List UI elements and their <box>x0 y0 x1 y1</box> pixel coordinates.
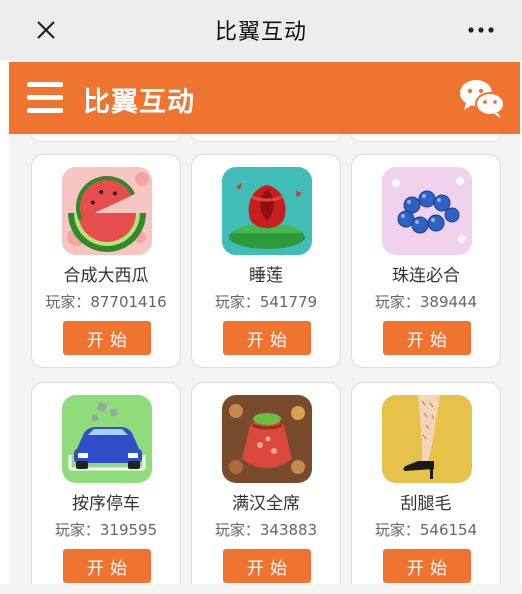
start-button[interactable]: 开始 <box>63 549 151 583</box>
game-card[interactable]: 珠连必合 玩家：389444 开始 <box>351 154 501 368</box>
game-card[interactable]: 刮腿毛 玩家：546154 开始 <box>351 382 501 584</box>
player-count: 玩家：87701416 <box>45 293 167 311</box>
game-card[interactable]: 满汉全席 玩家：343883 开始 <box>191 382 341 584</box>
start-button-label: 开始 <box>247 558 293 579</box>
wechat-top-bar: 比翼互动 <box>0 0 522 60</box>
start-button[interactable]: 开始 <box>63 321 151 355</box>
start-button-label: 开始 <box>407 330 453 351</box>
game-name: 珠连必合 <box>392 266 460 286</box>
player-count: 玩家：319595 <box>54 521 158 539</box>
player-count: 玩家：343883 <box>214 521 318 539</box>
player-count: 玩家：389444 <box>374 293 478 311</box>
game-name: 满汉全席 <box>232 494 300 514</box>
rose-icon[interactable] <box>222 167 312 255</box>
game-name: 刮腿毛 <box>400 494 452 514</box>
start-button[interactable]: 开始 <box>223 321 311 355</box>
car-icon[interactable] <box>62 395 152 483</box>
start-button-label: 开始 <box>247 330 293 351</box>
game-list: 合成大西瓜 玩家：87701416 开始 睡莲 玩家：541779 开始 珠连必… <box>9 134 520 584</box>
leg-icon[interactable] <box>382 395 472 483</box>
app-title: 比翼互动 <box>83 87 195 118</box>
window-title: 比翼互动 <box>214 20 307 45</box>
beads-icon[interactable] <box>382 167 472 255</box>
close-icon[interactable] <box>30 14 62 46</box>
card-edge <box>31 134 181 142</box>
game-name: 合成大西瓜 <box>63 266 149 286</box>
game-name: 睡莲 <box>249 266 283 286</box>
card-edge <box>351 134 501 142</box>
start-button-label: 开始 <box>87 330 133 351</box>
game-card[interactable]: 按序停车 玩家：319595 开始 <box>31 382 181 584</box>
more-icon[interactable] <box>466 20 496 40</box>
bottom-strip <box>0 584 522 594</box>
app-header: 比翼互动 <box>9 62 520 134</box>
game-name: 按序停车 <box>72 494 140 514</box>
game-card[interactable]: 睡莲 玩家：541779 开始 <box>191 154 341 368</box>
card-edge <box>191 134 341 142</box>
start-button[interactable]: 开始 <box>383 321 471 355</box>
food-bag-icon[interactable] <box>222 395 312 483</box>
start-button-label: 开始 <box>407 558 453 579</box>
player-count: 玩家：546154 <box>374 521 478 539</box>
start-button[interactable]: 开始 <box>383 549 471 583</box>
game-card[interactable]: 合成大西瓜 玩家：87701416 开始 <box>31 154 181 368</box>
player-count: 玩家：541779 <box>214 293 318 311</box>
wechat-icon[interactable] <box>458 76 506 120</box>
watermelon-icon[interactable] <box>62 167 152 255</box>
menu-icon[interactable] <box>27 82 63 114</box>
start-button-label: 开始 <box>87 558 133 579</box>
start-button[interactable]: 开始 <box>223 549 311 583</box>
